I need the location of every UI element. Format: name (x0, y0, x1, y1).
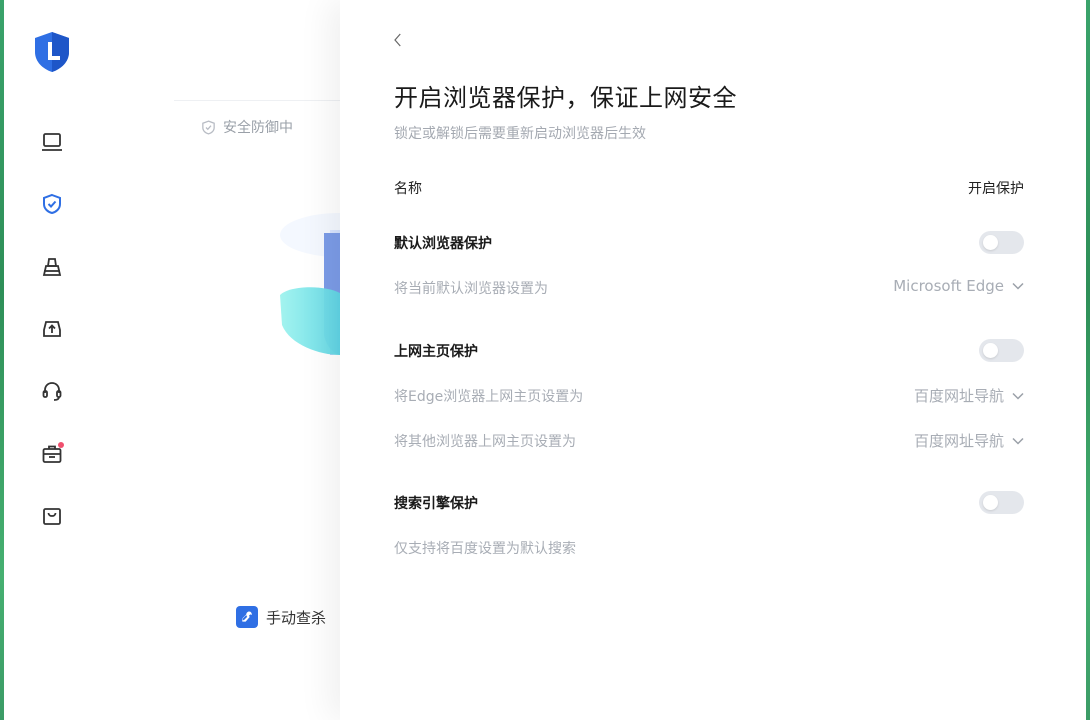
search-engine-label: 仅支持将百度设置为默认搜索 (394, 541, 576, 557)
app-window: 安全防御中 手动查杀 开启浏览器保护，保证上网安全 锁定或解锁后需要重新启动浏览… (4, 0, 1086, 720)
nav-upload[interactable] (34, 311, 70, 347)
nav-support[interactable] (34, 373, 70, 409)
broom-icon (42, 258, 62, 276)
notification-badge (58, 442, 64, 448)
defense-status: 安全防御中 (200, 117, 293, 137)
other-homepage-label: 将其他浏览器上网主页设置为 (394, 434, 576, 450)
browser-protection-panel: 开启浏览器保护，保证上网安全 锁定或解锁后需要重新启动浏览器后生效 名称 开启保… (340, 0, 1086, 720)
edge-homepage-value: 百度网址导航 (913, 387, 1004, 405)
shopping-bag-icon (43, 508, 61, 525)
chevron-left-icon (394, 33, 401, 47)
nav-cleanup[interactable] (34, 249, 70, 285)
manual-scan-label: 手动查杀 (266, 608, 327, 627)
panel-title: 开启浏览器保护，保证上网安全 (394, 84, 737, 112)
headset-icon (42, 382, 62, 401)
nav-protection[interactable] (34, 186, 70, 222)
default-browser-select[interactable]: Microsoft Edge (893, 277, 1024, 295)
laptop-icon (42, 133, 62, 151)
edge-homepage-select[interactable]: 百度网址导航 (914, 385, 1024, 406)
defense-status-label: 安全防御中 (223, 120, 293, 136)
nav-laptop[interactable] (34, 124, 70, 160)
column-header-toggle: 开启保护 (968, 181, 1024, 197)
section-default-browser-title: 默认浏览器保护 (394, 236, 492, 252)
upload-drive-icon (43, 321, 61, 337)
panel-subtitle: 锁定或解锁后需要重新启动浏览器后生效 (394, 126, 646, 142)
chevron-down-icon (1012, 437, 1024, 445)
other-homepage-value: 百度网址导航 (913, 432, 1004, 450)
chevron-down-icon (1012, 282, 1024, 290)
divider (174, 100, 344, 101)
shield-check-icon (43, 193, 61, 215)
column-header-name: 名称 (394, 181, 422, 197)
default-browser-label: 将当前默认浏览器设置为 (394, 281, 548, 297)
desktop-edge-right (1086, 0, 1090, 720)
nav-store[interactable] (34, 498, 70, 534)
manual-scan-button[interactable]: 手动查杀 (236, 606, 326, 628)
back-button[interactable] (386, 28, 410, 52)
homepage-toggle[interactable] (979, 339, 1024, 362)
edge-homepage-label: 将Edge浏览器上网主页设置为 (394, 389, 584, 405)
default-browser-value: Microsoft Edge (893, 277, 1004, 295)
search-engine-toggle[interactable] (979, 491, 1024, 514)
section-search-engine-title: 搜索引擎保护 (394, 496, 478, 512)
other-homepage-select[interactable]: 百度网址导航 (914, 430, 1024, 451)
nav-toolbox[interactable] (34, 436, 70, 472)
sidebar (4, 0, 100, 720)
chevron-down-icon (1012, 392, 1024, 400)
shield-check-outline-icon (202, 119, 215, 135)
wrench-icon (236, 606, 258, 628)
section-homepage-title: 上网主页保护 (394, 344, 478, 360)
default-browser-toggle[interactable] (979, 231, 1024, 254)
lock-shield-logo (35, 32, 69, 72)
